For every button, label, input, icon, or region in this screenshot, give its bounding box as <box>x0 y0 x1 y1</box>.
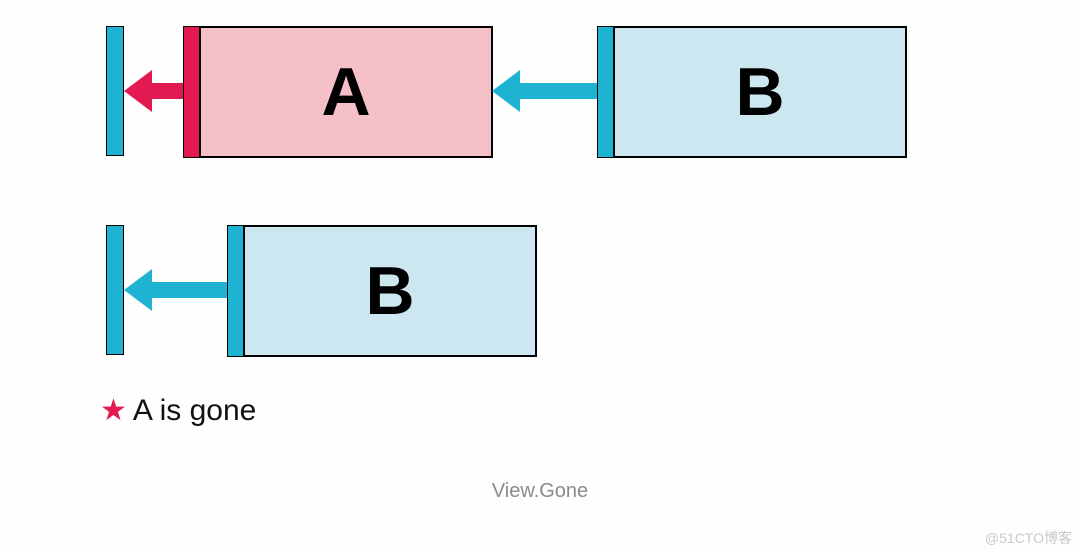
star-icon: ★ <box>100 396 127 426</box>
box-a: A <box>199 26 493 158</box>
box-b-row1-label: B <box>735 53 784 131</box>
note-text: A is gone <box>133 394 256 428</box>
caption-text: View.Gone <box>492 480 588 502</box>
arrow-a-to-wall-head-icon <box>124 70 152 112</box>
anchor-wall-row2 <box>106 225 124 355</box>
box-b-row1: B <box>613 26 907 158</box>
diagram-stage: A B B ★ A is gone View.Gone @51CTO博客 <box>0 0 1080 552</box>
note-a-is-gone: ★ A is gone <box>100 394 256 428</box>
caption: View.Gone <box>0 480 1080 503</box>
box-b-row2-label: B <box>365 252 414 330</box>
box-a-label: A <box>321 53 370 131</box>
watermark: @51CTO博客 <box>985 528 1072 548</box>
arrow-b-to-wall-head-icon <box>124 269 152 311</box>
box-b-row2: B <box>243 225 537 357</box>
arrow-b-to-a-shaft <box>520 83 598 99</box>
arrow-b-to-wall-shaft <box>150 282 228 298</box>
anchor-wall-row1 <box>106 26 124 156</box>
watermark-text: @51CTO博客 <box>985 530 1072 546</box>
arrow-b-to-a-head-icon <box>492 70 520 112</box>
arrow-a-to-wall-shaft <box>150 83 184 99</box>
